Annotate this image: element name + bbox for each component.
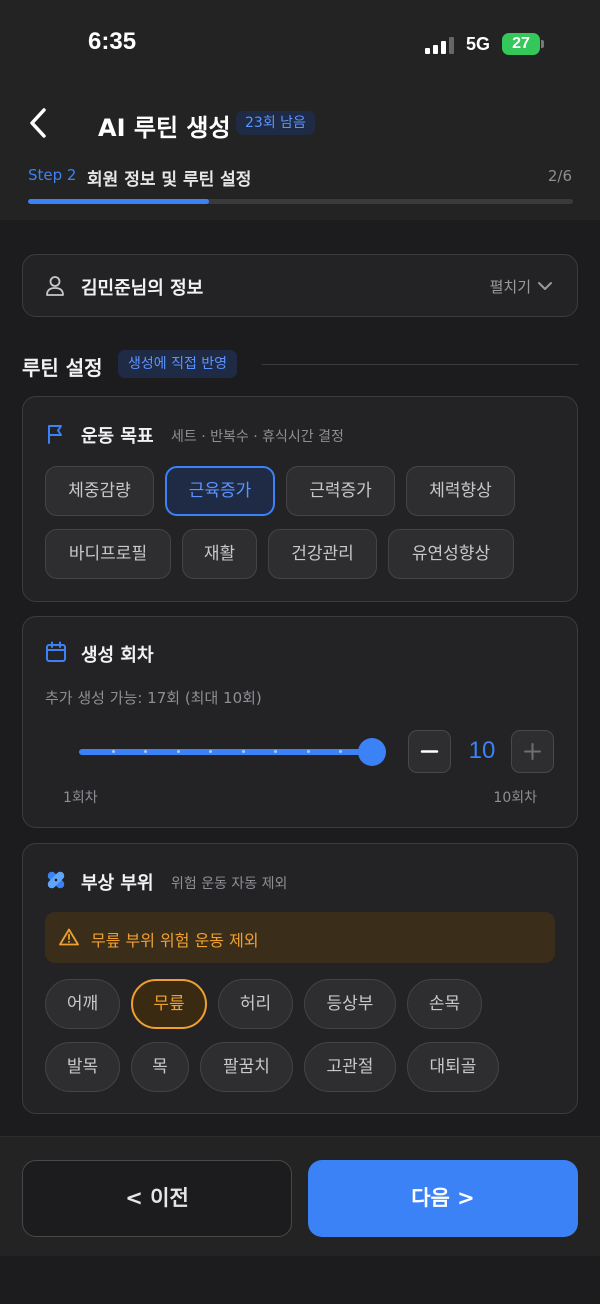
injury-subtitle: 위험 운동 자동 제외 (171, 876, 288, 892)
slider-tick (209, 750, 212, 753)
increment-button[interactable] (511, 730, 554, 773)
goal-chip[interactable]: 체중감량 (45, 466, 154, 516)
status-bar: 6:35 5G 27 (0, 0, 600, 90)
goal-chip-selected[interactable]: 근육증가 (165, 466, 275, 516)
battery-cap (541, 40, 544, 48)
person-icon (46, 276, 64, 296)
step-title: 회원 정보 및 루틴 설정 (87, 170, 252, 190)
signal-icon (425, 36, 457, 54)
slider-tick (177, 750, 180, 753)
injury-card: 부상 부위 위험 운동 자동 제외 무릎 부위 위험 운동 제외 어깨 무릎 허… (22, 843, 578, 1114)
minus-icon (420, 750, 439, 753)
session-slider-thumb[interactable] (358, 738, 386, 766)
goal-chip[interactable]: 건강관리 (268, 529, 377, 579)
chevron-left-icon (30, 108, 46, 138)
goal-chip[interactable]: 재활 (182, 529, 257, 579)
injury-chip[interactable]: 어깨 (45, 979, 120, 1029)
next-button[interactable]: 다음 > (308, 1160, 578, 1237)
battery-level: 27 (512, 35, 530, 52)
plus-icon (524, 743, 541, 760)
injury-chip[interactable]: 허리 (218, 979, 293, 1029)
section-divider (262, 364, 578, 365)
slider-tick (274, 750, 277, 753)
goal-chip[interactable]: 체력향상 (406, 466, 515, 516)
injury-chip[interactable]: 등상부 (304, 979, 396, 1029)
page-title: AI 루틴 생성 (98, 114, 231, 142)
step-count: 2/6 (547, 167, 572, 185)
slider-max-label: 10회차 (493, 790, 537, 806)
session-count-value: 10 (468, 737, 496, 764)
slider-tick (242, 750, 245, 753)
previous-button[interactable]: < 이전 (22, 1160, 292, 1237)
step-progress-fill (28, 199, 210, 204)
injury-title: 부상 부위 (81, 873, 154, 894)
goal-subtitle: 세트 · 반복수 · 휴식시간 결정 (171, 429, 344, 445)
step-progress-bar (28, 199, 573, 204)
session-count-card: 생성 회차 추가 생성 가능: 17회 (최대 10회) 10 1회차 10회차 (22, 616, 578, 828)
injury-chip[interactable]: 발목 (45, 1042, 120, 1092)
injury-warning-banner: 무릎 부위 위험 운동 제외 (45, 912, 555, 963)
injury-chip[interactable]: 대퇴골 (407, 1042, 499, 1092)
calendar-icon (46, 641, 66, 662)
goal-card: 운동 목표 세트 · 반복수 · 휴식시간 결정 체중감량 근육증가 근력증가 … (22, 396, 578, 602)
injury-chip-selected[interactable]: 무릎 (131, 979, 207, 1029)
header: AI 루틴 생성 23회 남음 Step 2 회원 정보 및 루틴 설정 2/6 (0, 90, 600, 220)
slider-tick (144, 750, 147, 753)
session-slider-track[interactable] (79, 749, 375, 755)
battery-icon: 27 (502, 33, 540, 55)
goal-chip[interactable]: 바디프로필 (45, 529, 171, 579)
session-count-title: 생성 회차 (81, 645, 154, 666)
flag-icon (48, 425, 62, 444)
slider-tick (112, 750, 115, 753)
expand-label: 펼치기 (489, 278, 531, 296)
goal-title: 운동 목표 (81, 426, 154, 447)
member-info-toggle[interactable]: 김민준님의 정보 펼치기 (22, 254, 578, 317)
bottom-action-bar: < 이전 다음 > (0, 1136, 600, 1256)
warning-icon (59, 928, 79, 946)
injury-warning-text: 무릎 부위 위험 운동 제외 (91, 931, 259, 950)
slider-tick (307, 750, 310, 753)
network-label: 5G (466, 34, 491, 54)
injury-chip[interactable]: 손목 (407, 979, 482, 1029)
chevron-down-icon (538, 282, 552, 290)
remaining-badge: 23회 남음 (236, 111, 315, 135)
status-time: 6:35 (88, 28, 137, 55)
goal-chip[interactable]: 유연성향상 (388, 529, 514, 579)
availability-text: 추가 생성 가능: 17회 (최대 10회) (45, 689, 262, 707)
slider-tick (339, 750, 342, 753)
home-indicator-area (0, 1256, 600, 1304)
step-label: Step 2 (28, 166, 77, 184)
bandage-icon (47, 871, 65, 889)
injury-chip[interactable]: 팔꿈치 (200, 1042, 293, 1092)
injury-chip[interactable]: 목 (131, 1042, 189, 1092)
decrement-button[interactable] (408, 730, 451, 773)
injury-chip[interactable]: 고관절 (304, 1042, 396, 1092)
back-button[interactable] (24, 106, 54, 140)
member-info-title: 김민준님의 정보 (81, 278, 204, 299)
goal-chip[interactable]: 근력증가 (286, 466, 395, 516)
section-title: 루틴 설정 (22, 356, 103, 380)
slider-min-label: 1회차 (63, 790, 98, 806)
section-badge: 생성에 직접 반영 (118, 350, 238, 378)
